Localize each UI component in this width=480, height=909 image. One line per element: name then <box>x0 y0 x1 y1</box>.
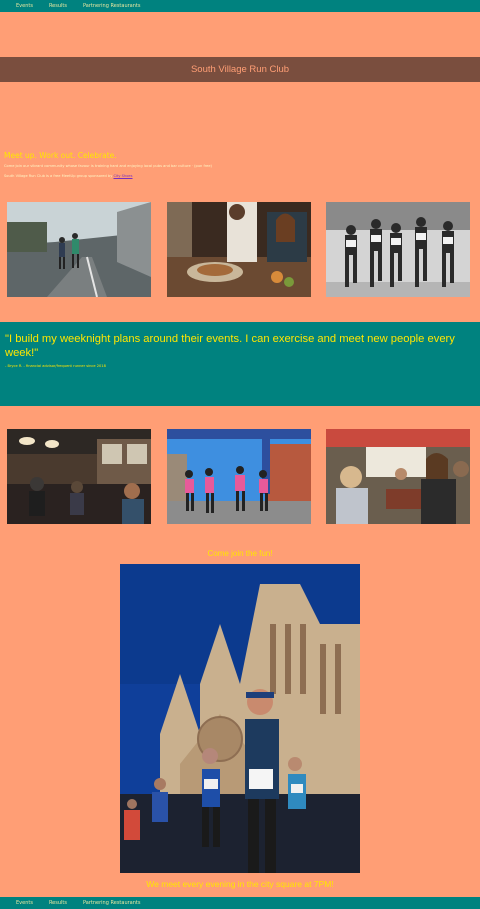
finish-line-photo <box>167 429 311 524</box>
page-title: South Village Run Club <box>190 64 290 75</box>
nav-events-link[interactable]: Events <box>16 3 33 9</box>
hero-banner: South Village Run Club <box>0 57 480 82</box>
nav-results-link[interactable]: Results <box>49 3 67 9</box>
intro-paragraph: Come join our vibrant community whose fa… <box>4 164 212 168</box>
intro-section: Meet up. Work out. Celebrate. Come join … <box>4 151 474 185</box>
pub-interior-photo <box>7 429 151 524</box>
footer-events-link[interactable]: Events <box>16 900 33 906</box>
dining-group-photo <box>326 429 470 524</box>
race-runners-bw-photo <box>326 202 470 297</box>
testimonial-attribution: - Bryce R. - financial advisor/frequent … <box>5 364 106 368</box>
tagline: Meet up. Work out. Celebrate. <box>4 151 117 160</box>
nav-restaurants-link[interactable]: Partnering Restaurants <box>83 3 140 9</box>
footer-results-link[interactable]: Results <box>49 900 67 906</box>
sponsor-text: South Village Run Club is a free MeetUp … <box>4 174 114 179</box>
testimonial-section: "I build my weeknight plans around their… <box>0 322 480 406</box>
bottom-nav: Events Results Partnering Restaurants <box>0 897 480 909</box>
schedule-text: We meet every evening in the city square… <box>146 879 334 889</box>
testimonial-quote: "I build my weeknight plans around their… <box>5 333 455 359</box>
cathedral-runners-photo <box>120 564 360 873</box>
sponsor-paragraph: South Village Run Club is a free MeetUp … <box>4 174 474 178</box>
join-heading: Come join the fun! <box>207 549 273 558</box>
sponsor-link[interactable]: City Shoes <box>113 174 132 178</box>
footer-restaurants-link[interactable]: Partnering Restaurants <box>83 900 140 906</box>
top-nav: Events Results Partnering Restaurants <box>0 0 480 12</box>
pub-food-photo <box>167 202 311 297</box>
runners-tunnel-photo <box>7 202 151 297</box>
